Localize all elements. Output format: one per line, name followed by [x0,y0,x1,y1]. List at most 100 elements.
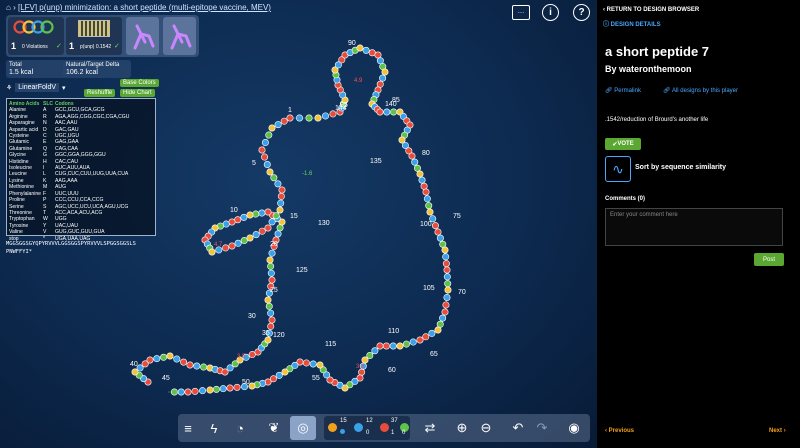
return-link[interactable]: ‹ RETURN TO DESIGN BROWSER [603,7,699,13]
nucleotide-base[interactable] [276,206,284,214]
nucleotide-base[interactable] [274,121,282,129]
nucleotide-base[interactable] [268,316,276,324]
nucleotide-base[interactable] [314,114,322,122]
nucleotide-base[interactable] [442,253,450,261]
nucleotide-base[interactable] [362,46,370,54]
nucleotide-base[interactable] [240,237,248,245]
nucleotide-base[interactable] [277,192,285,200]
nucleotide-base[interactable] [248,351,256,359]
nucleotide-base[interactable] [186,361,194,369]
permalink[interactable]: 🔗︎ Permalink [605,87,641,94]
previous-link[interactable]: ‹ Previous [605,428,634,434]
nucleotide-base[interactable] [441,246,449,254]
redo-icon[interactable]: ↷ [532,418,552,438]
nucleotide-base[interactable] [309,360,317,368]
base-palette[interactable]: 15 12 37 0 1 0 [324,416,410,440]
nucleotide-base[interactable] [434,228,442,236]
nucleotide-base[interactable] [321,112,329,120]
nucleotide-base[interactable] [268,218,276,226]
nucleotide-base[interactable] [382,342,390,350]
nucleotide-base[interactable] [267,322,275,330]
nucleotide-base[interactable] [146,356,154,364]
nucleotide-base[interactable] [443,293,451,301]
nucleotide-base[interactable] [411,158,419,166]
nucleotide-base[interactable] [280,117,288,125]
rss-icon[interactable]: ◔ [230,418,250,438]
nucleotide-base[interactable] [246,234,254,242]
nucleotide-base[interactable] [228,218,236,226]
nucleotide-base[interactable] [222,220,230,228]
nucleotide-base[interactable] [267,309,275,317]
nucleotide-base[interactable] [420,182,428,190]
nucleotide-base[interactable] [281,368,289,376]
nucleotide-base[interactable] [408,152,416,160]
rna-structure[interactable]: 1510152025303540455055606570758085909510… [0,0,597,448]
leaf-icon[interactable]: ❦ [264,418,284,438]
nucleotide-base[interactable] [302,359,310,367]
nucleotide-base[interactable] [160,353,168,361]
zoom-out-icon[interactable]: ⊖ [476,418,496,438]
nucleotide-base[interactable] [443,266,451,274]
nucleotide-base[interactable] [233,383,241,391]
nucleotide-base[interactable] [416,170,424,178]
nucleotide-base[interactable] [272,212,280,220]
nucleotide-base[interactable] [263,161,271,169]
nucleotide-base[interactable] [371,347,379,355]
nucleotide-base[interactable] [193,362,201,370]
nucleotide-base[interactable] [374,51,382,59]
nucleotide-base[interactable] [381,68,389,76]
nucleotide-base[interactable] [268,276,276,284]
nucleotide-base[interactable] [443,273,451,281]
nucleotide-base[interactable] [409,338,417,346]
nucleotide-base[interactable] [428,329,436,337]
nucleotide-base[interactable] [436,320,444,328]
nucleotide-base[interactable] [439,240,447,248]
design-details-link[interactable]: ⓘ DESIGN DETAILS [603,19,661,28]
lightning-icon[interactable]: ϟ [204,418,224,438]
nucleotide-base[interactable] [376,108,384,116]
next-link[interactable]: Next › [769,428,786,434]
nucleotide-base[interactable] [383,108,391,116]
nucleotide-base[interactable] [265,131,273,139]
nucleotide-base[interactable] [258,209,266,217]
nucleotide-base[interactable] [234,216,242,224]
zoom-in-icon[interactable]: ⊕ [452,418,472,438]
nucleotide-base[interactable] [442,301,450,309]
pair-swap-icon[interactable]: ⇄ [420,418,440,438]
nucleotide-base[interactable] [390,108,398,116]
nucleotide-base[interactable] [267,269,275,277]
menu-icon[interactable]: ≡ [178,418,198,438]
nucleotide-base[interactable] [376,57,384,65]
nucleotide-base[interactable] [423,195,431,203]
undo-icon[interactable]: ↶ [508,418,528,438]
nucleotide-base[interactable] [286,114,294,122]
nucleotide-base[interactable] [240,213,248,221]
nucleotide-base[interactable] [368,49,376,57]
nucleotide-base[interactable] [416,336,424,344]
target-icon[interactable]: ◎ [290,416,316,440]
nucleotide-base[interactable] [264,224,272,232]
comment-input[interactable]: Enter your comment here [605,208,783,246]
nucleotide-base[interactable] [184,388,192,396]
nucleotide-base[interactable] [153,355,161,363]
nucleotide-base[interactable] [261,139,269,147]
post-button[interactable]: Post [754,253,784,266]
nucleotide-base[interactable] [226,384,234,392]
nucleotide-base[interactable] [212,385,220,393]
nucleotide-base[interactable] [177,388,185,396]
nucleotide-base[interactable] [264,336,272,344]
nucleotide-base[interactable] [431,222,439,230]
nucleotide-base[interactable] [444,286,452,294]
nucleotide-base[interactable] [208,248,216,256]
nucleotide-base[interactable] [436,234,444,242]
nucleotide-base[interactable] [267,262,275,270]
nucleotide-base[interactable] [268,249,276,257]
nucleotide-base[interactable] [402,340,410,348]
nucleotide-base[interactable] [234,239,242,247]
nucleotide-base[interactable] [379,74,387,82]
nucleotide-base[interactable] [270,174,278,182]
nucleotide-base[interactable] [434,326,442,334]
nucleotide-base[interactable] [444,280,452,288]
nucleotide-base[interactable] [316,361,324,369]
nucleotide-base[interactable] [166,352,174,360]
